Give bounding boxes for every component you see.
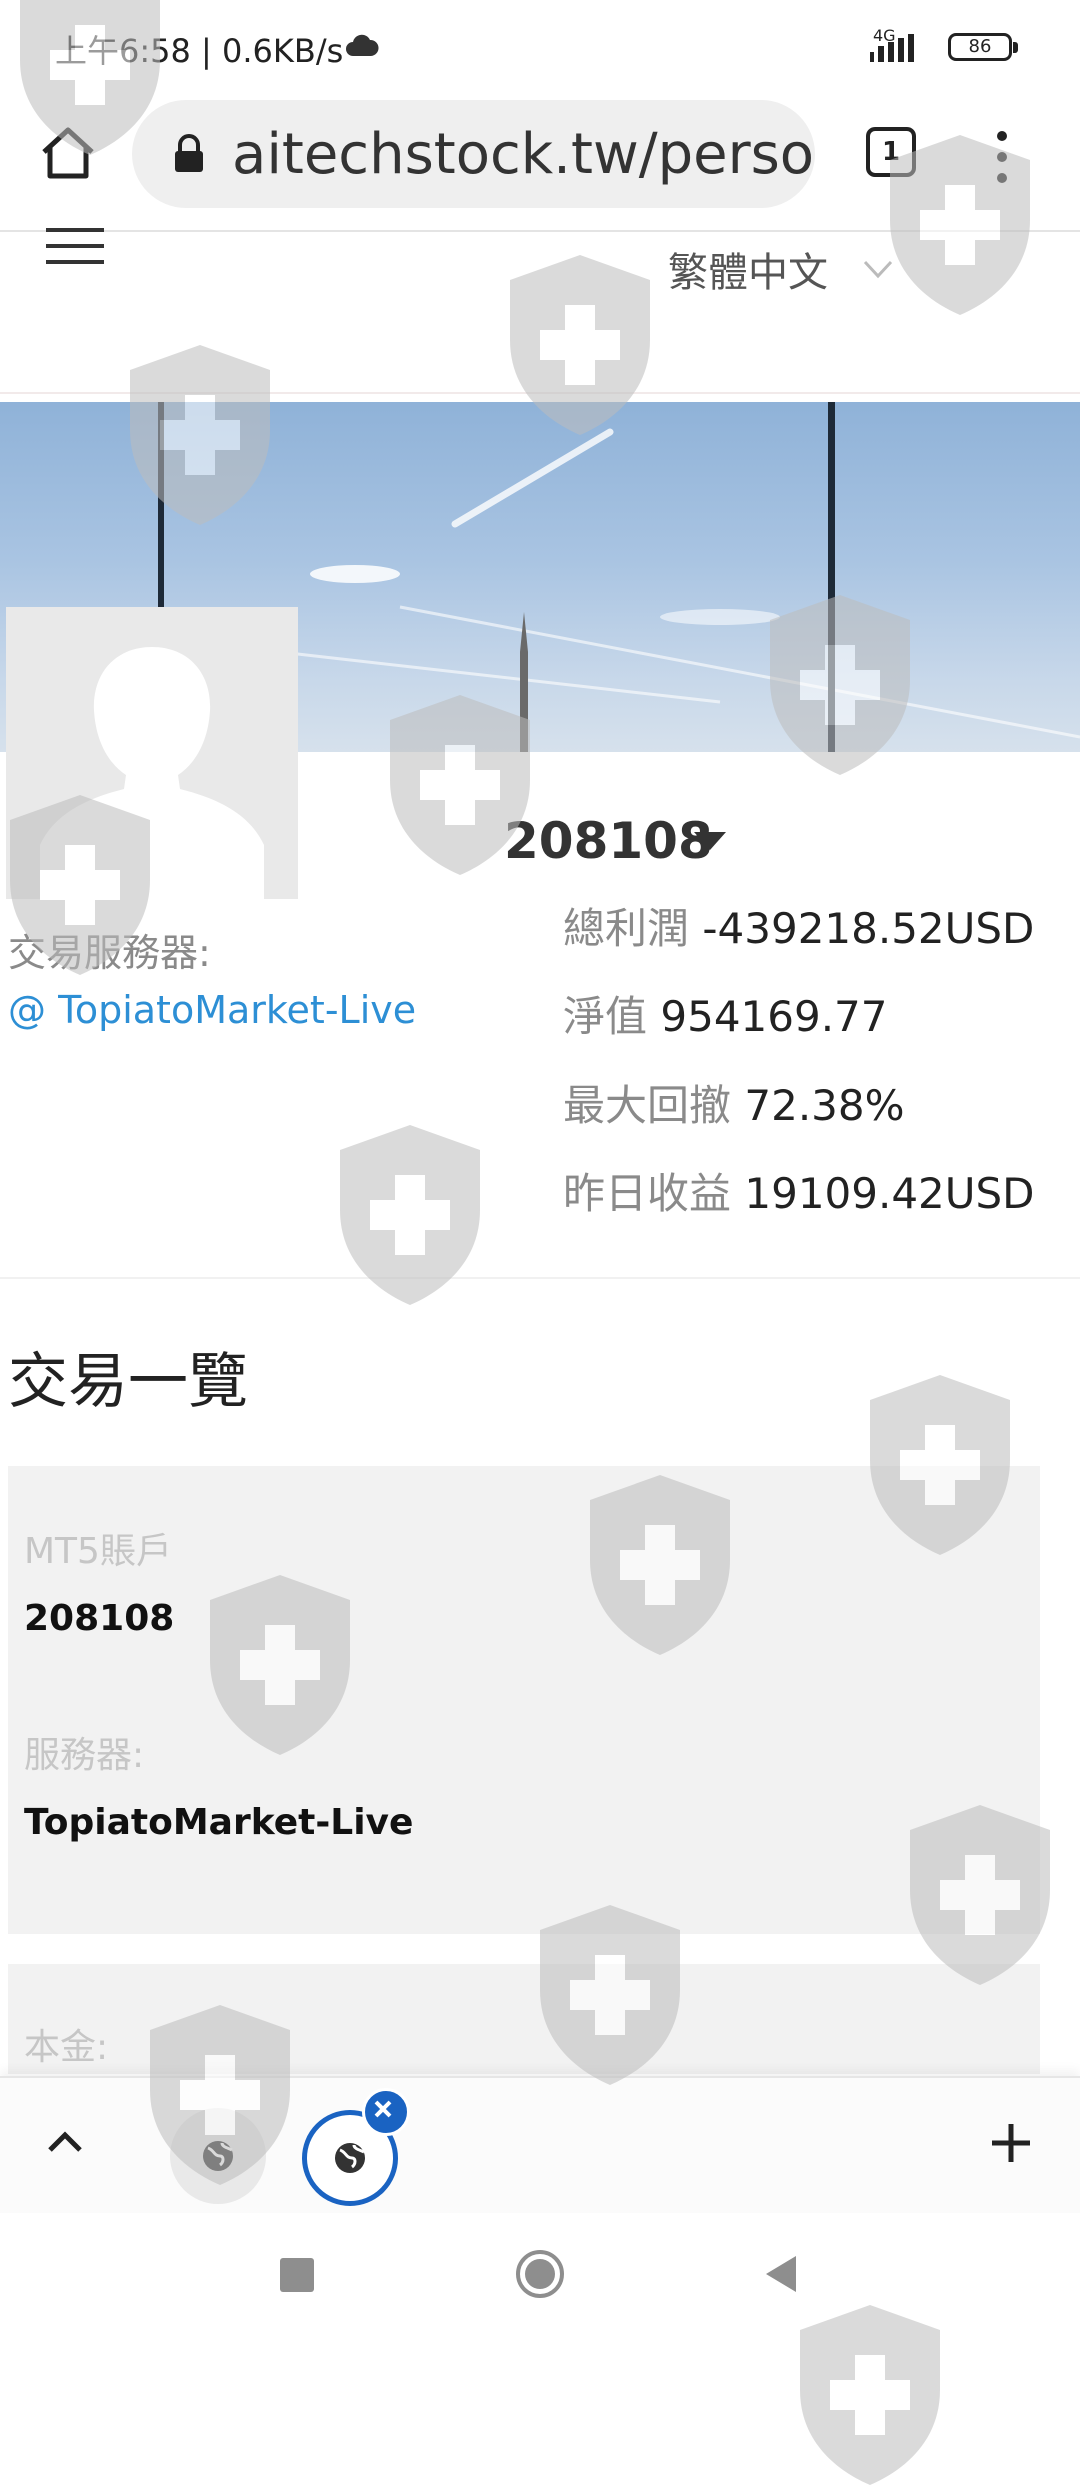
stat-label: 淨值 [563,992,648,1041]
globe-icon [335,2143,365,2173]
stat-label: 昨日收益 [563,1169,732,1218]
card-server-label: 服務器: [24,1735,145,1776]
lock-icon [175,134,203,172]
recents-button[interactable] [280,2258,314,2292]
stat-value: 19109.42USD [744,1169,1035,1218]
section-title: 交易一覽 [8,1347,248,1417]
stat-value: 954169.77 [660,992,888,1041]
hamburger-menu-icon[interactable] [44,226,106,266]
tab-switcher-button[interactable]: 1 [866,127,916,177]
divider [0,1277,1080,1279]
watermark-shield-icon [340,1125,480,1305]
close-tab-button[interactable] [362,2088,410,2136]
home-icon[interactable] [38,122,98,182]
bottom-tab-bar [0,2076,1080,2213]
default-user-icon [40,647,264,899]
stat-value: 72.38% [744,1081,905,1130]
battery-indicator: 86 [948,33,1018,61]
tab-thumbnail[interactable] [170,2108,266,2204]
principal-label: 本金: [24,2027,109,2068]
account-id-title[interactable]: 208108 [504,812,713,870]
server-link[interactable]: @ TopiatoMarket-Live [8,988,416,1032]
stat-value: -439218.52USD [702,904,1035,953]
server-label: 交易服務器: [8,931,211,975]
stat-label: 總利潤 [563,904,690,953]
stat-yesterday-earnings: 昨日收益 19109.42USD [563,1160,1035,1221]
principal-card: 本金: [8,1964,1040,2074]
site-header [0,232,1080,394]
caret-down-icon[interactable] [692,830,728,852]
chevron-down-icon[interactable] [862,258,894,280]
mt5-account-label: MT5賬戶 [24,1531,172,1572]
stat-equity: 淨值 954169.77 [563,983,888,1044]
stat-label: 最大回撤 [563,1081,732,1130]
chevron-up-icon[interactable] [46,2130,84,2154]
stat-total-profit: 總利潤 -439218.52USD [563,895,1034,956]
url-text: aitechstock.tw/personal [232,122,815,187]
close-icon [374,2100,392,2118]
home-button[interactable] [514,2248,566,2300]
language-select[interactable]: 繁體中文 [668,240,828,298]
avatar [6,607,298,899]
account-card: MT5賬戶 208108 服務器: TopiatoMarket-Live [8,1466,1040,1934]
mt5-account-value: 208108 [24,1598,175,1639]
card-server-value: TopiatoMarket-Live [24,1802,414,1843]
stat-max-drawdown: 最大回撤 72.38% [563,1072,905,1133]
cloud-icon [346,34,379,56]
add-tab-icon[interactable] [990,2122,1032,2164]
globe-icon [203,2141,233,2171]
back-button[interactable] [760,2252,800,2296]
address-bar[interactable]: aitechstock.tw/personal [132,100,815,208]
more-menu-icon[interactable] [990,128,1014,186]
status-time: 上午6:58 | 0.6KB/s [55,32,344,70]
signal-icon [870,34,914,62]
